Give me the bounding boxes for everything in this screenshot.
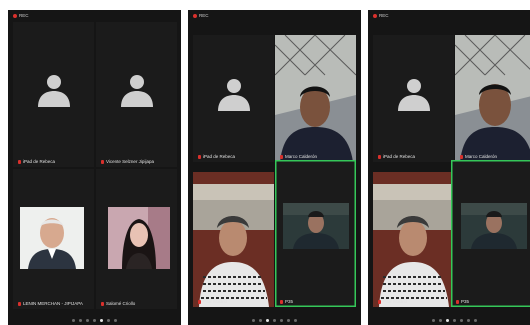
avatar-placeholder-icon [37,74,70,107]
page-dot[interactable] [273,319,276,322]
page-dot[interactable] [280,319,283,322]
page-dot[interactable] [72,319,75,322]
page-indicator[interactable] [8,319,181,322]
rec-indicator: REC [193,13,209,18]
man-portrait [20,207,84,269]
participant-name: P35 [280,299,293,304]
video-feed [193,172,274,307]
record-icon [13,13,17,18]
mic-muted-icon [198,154,201,159]
video-feed [461,203,527,249]
woman-portrait [108,207,170,269]
page-indicator[interactable] [188,319,361,322]
page-indicator[interactable] [368,319,530,322]
participant-tile-active-speaker[interactable]: P35 [451,160,530,307]
meeting-screen-3: REC iPad de Rebeca Marco Calderón Pilar … [368,10,530,325]
record-icon [193,13,197,18]
page-dot-active[interactable] [266,319,269,322]
mic-muted-icon [18,301,21,306]
participant-name: LENIN MERCHAN - JIPIJAPA [18,301,83,306]
page-dot[interactable] [259,319,262,322]
avatar-placeholder-icon [217,79,250,112]
mic-muted-icon [18,159,21,164]
page-dot[interactable] [294,319,297,322]
video-feed [455,35,530,162]
meeting-screen-1: REC iPad de Rebeca Vicente Selzner Jipij… [8,10,181,325]
page-dot[interactable] [453,319,456,322]
participant-name: Marco Calderón [280,154,317,159]
page-dot[interactable] [432,319,435,322]
page-dot[interactable] [474,319,477,322]
participant-tile[interactable]: Salomé Criollo [96,169,177,309]
meeting-screen-2: REC iPad de Rebeca Marco Calderón Pilar … [188,10,361,325]
page-dot[interactable] [93,319,96,322]
participant-name: iPad de Rebeca [198,154,235,159]
participant-name: iPad de Rebeca [18,159,55,164]
participant-tile[interactable]: iPad de Rebeca [193,35,274,162]
mic-muted-icon [280,154,283,159]
page-dot[interactable] [79,319,82,322]
mic-muted-icon [378,154,381,159]
page-dot[interactable] [467,319,470,322]
page-dot[interactable] [460,319,463,322]
video-feed [373,172,454,307]
participant-name: Vicente Selzner Jipijapa [101,159,154,164]
mic-muted-icon [378,299,381,304]
video-feed [275,35,356,162]
participant-tile[interactable]: LENIN MERCHAN - JIPIJAPA [13,169,94,309]
page-dot[interactable] [439,319,442,322]
page-dot-active[interactable] [100,319,103,322]
rec-indicator: REC [13,13,29,18]
participant-tile[interactable]: Marco Calderón [455,35,530,162]
participant-tile[interactable]: iPad de Rebeca [373,35,454,162]
participant-tile[interactable]: Marco Calderón [275,35,356,162]
mic-muted-icon [280,299,283,304]
participant-tile-active-speaker[interactable]: P35 [275,160,356,307]
participant-tile[interactable]: iPad de Rebeca [13,22,94,167]
profile-photo [20,207,84,269]
participant-name: P35 [456,299,469,304]
page-dot[interactable] [107,319,110,322]
record-icon [373,13,377,18]
participant-tile[interactable]: Pilar Madrid [373,172,454,307]
page-dot[interactable] [114,319,117,322]
participant-name: Salomé Criollo [101,301,135,306]
mic-muted-icon [101,301,104,306]
page-dot[interactable] [252,319,255,322]
participant-name: Pilar Madrid [378,299,407,304]
mic-muted-icon [101,159,104,164]
page-dot[interactable] [86,319,89,322]
participant-name: Pilar Madrid [198,299,227,304]
participant-tile[interactable]: Pilar Madrid [193,172,274,307]
video-feed [283,203,349,249]
participant-name: Marco Calderón [460,154,497,159]
profile-photo [108,207,170,269]
mic-muted-icon [460,154,463,159]
page-dot-active[interactable] [446,319,449,322]
avatar-placeholder-icon [120,74,153,107]
participant-name: iPad de Rebeca [378,154,415,159]
mic-muted-icon [456,299,459,304]
mic-muted-icon [198,299,201,304]
rec-indicator: REC [373,13,389,18]
participant-tile[interactable]: Vicente Selzner Jipijapa [96,22,177,167]
page-dot[interactable] [287,319,290,322]
avatar-placeholder-icon [397,79,430,112]
